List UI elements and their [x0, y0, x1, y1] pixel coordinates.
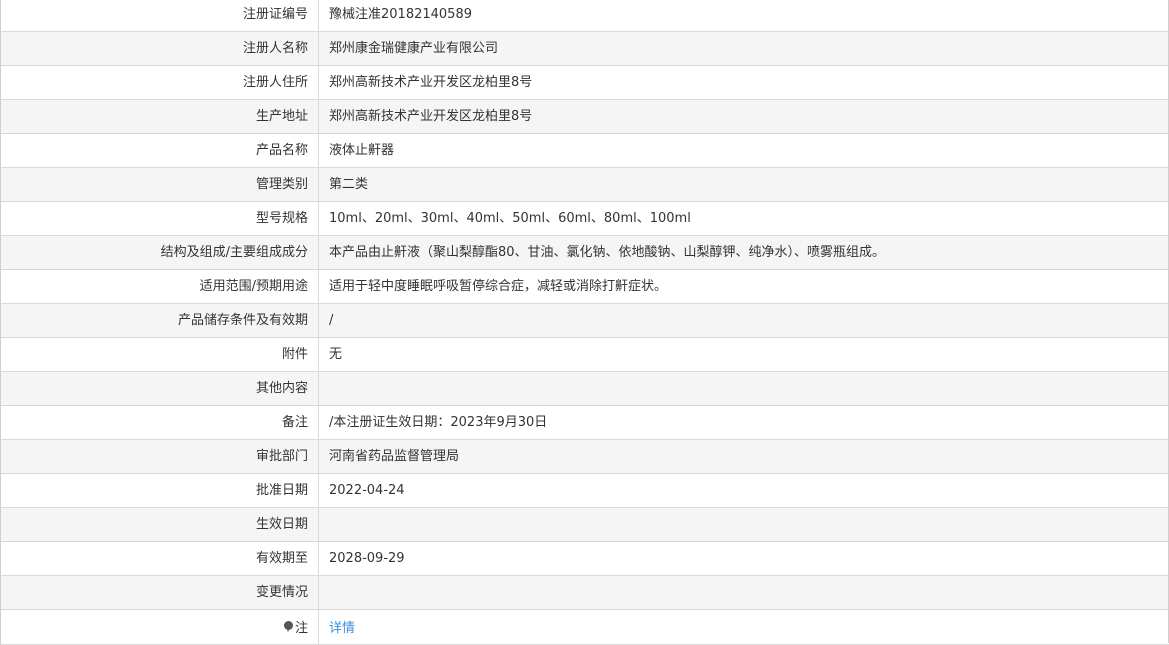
table-row: 结构及组成/主要组成成分 本产品由止鼾液（聚山梨醇酯80、甘油、氯化钠、依地酸钠…: [1, 236, 1169, 270]
field-value: 无: [329, 347, 343, 362]
field-value: [319, 508, 1169, 541]
device-registration-detail-table: 注册证编号 豫械注准20182140589 注册人名称 郑州康金瑞健康产业有限公…: [0, 0, 1169, 645]
table-row: 批准日期 2022-04-24: [1, 474, 1169, 508]
field-label: 其他内容: [1, 372, 319, 405]
field-value: [319, 372, 1169, 405]
field-label: 备注: [1, 406, 319, 439]
table-row: 变更情况: [1, 576, 1169, 610]
note-value: 详情: [319, 610, 1169, 644]
field-value: 郑州高新技术产业开发区龙柏里8号: [329, 109, 533, 124]
table-row: 产品储存条件及有效期 /: [1, 304, 1169, 338]
field-value: 适用于轻中度睡眠呼吸暂停综合症，减轻或消除打鼾症状。: [329, 279, 668, 294]
field-label: 管理类别: [1, 168, 319, 201]
field-value: 10ml、20ml、30ml、40ml、50ml、60ml、80ml、100ml: [329, 211, 691, 226]
field-value: /: [329, 313, 334, 328]
table-row: 有效期至 2028-09-29: [1, 542, 1169, 576]
field-value: /本注册证生效日期：2023年9月30日: [329, 415, 548, 430]
field-label: 生产地址: [1, 100, 319, 133]
table-row: 注册证编号 豫械注准20182140589: [1, 0, 1169, 32]
field-label: 型号规格: [1, 202, 319, 235]
pin-icon: [283, 621, 293, 633]
table-row: 产品名称 液体止鼾器: [1, 134, 1169, 168]
field-label: 产品名称: [1, 134, 319, 167]
field-value: 河南省药品监督管理局: [329, 449, 460, 464]
field-label: 批准日期: [1, 474, 319, 507]
table-row: 审批部门 河南省药品监督管理局: [1, 440, 1169, 474]
field-label: 适用范围/预期用途: [1, 270, 319, 303]
table-row: 生效日期: [1, 508, 1169, 542]
details-link[interactable]: 详情: [329, 621, 355, 636]
field-label: 生效日期: [1, 508, 319, 541]
table-row: 其他内容: [1, 372, 1169, 406]
field-label: 有效期至: [1, 542, 319, 575]
field-label: 产品储存条件及有效期: [1, 304, 319, 337]
field-value: 本产品由止鼾液（聚山梨醇酯80、甘油、氯化钠、依地酸钠、山梨醇钾、纯净水）、喷雾…: [329, 245, 886, 260]
field-label: 审批部门: [1, 440, 319, 473]
table-row: 生产地址 郑州高新技术产业开发区龙柏里8号: [1, 100, 1169, 134]
field-value: 郑州高新技术产业开发区龙柏里8号: [329, 75, 533, 90]
note-row: 注 详情: [1, 610, 1169, 645]
table-row: 型号规格 10ml、20ml、30ml、40ml、50ml、60ml、80ml、…: [1, 202, 1169, 236]
field-label: 注册人名称: [1, 32, 319, 65]
field-value: 2028-09-29: [329, 551, 405, 566]
table-row: 管理类别 第二类: [1, 168, 1169, 202]
note-label: 注: [1, 610, 319, 644]
field-value: 液体止鼾器: [329, 143, 395, 158]
field-value: [319, 576, 1169, 609]
table-row: 注册人名称 郑州康金瑞健康产业有限公司: [1, 32, 1169, 66]
field-label: 附件: [1, 338, 319, 371]
table-row: 注册人住所 郑州高新技术产业开发区龙柏里8号: [1, 66, 1169, 100]
field-label: 结构及组成/主要组成成分: [1, 236, 319, 269]
field-value: 豫械注准20182140589: [329, 7, 472, 22]
field-value: 第二类: [329, 177, 369, 192]
field-label: 注册证编号: [1, 0, 319, 31]
table-row: 附件 无: [1, 338, 1169, 372]
field-value: 郑州康金瑞健康产业有限公司: [329, 41, 499, 56]
note-label-text: 注: [294, 621, 308, 636]
table-row: 适用范围/预期用途 适用于轻中度睡眠呼吸暂停综合症，减轻或消除打鼾症状。: [1, 270, 1169, 304]
field-label: 注册人住所: [1, 66, 319, 99]
field-label: 变更情况: [1, 576, 319, 609]
table-row: 备注 /本注册证生效日期：2023年9月30日: [1, 406, 1169, 440]
field-value: 2022-04-24: [329, 483, 405, 498]
